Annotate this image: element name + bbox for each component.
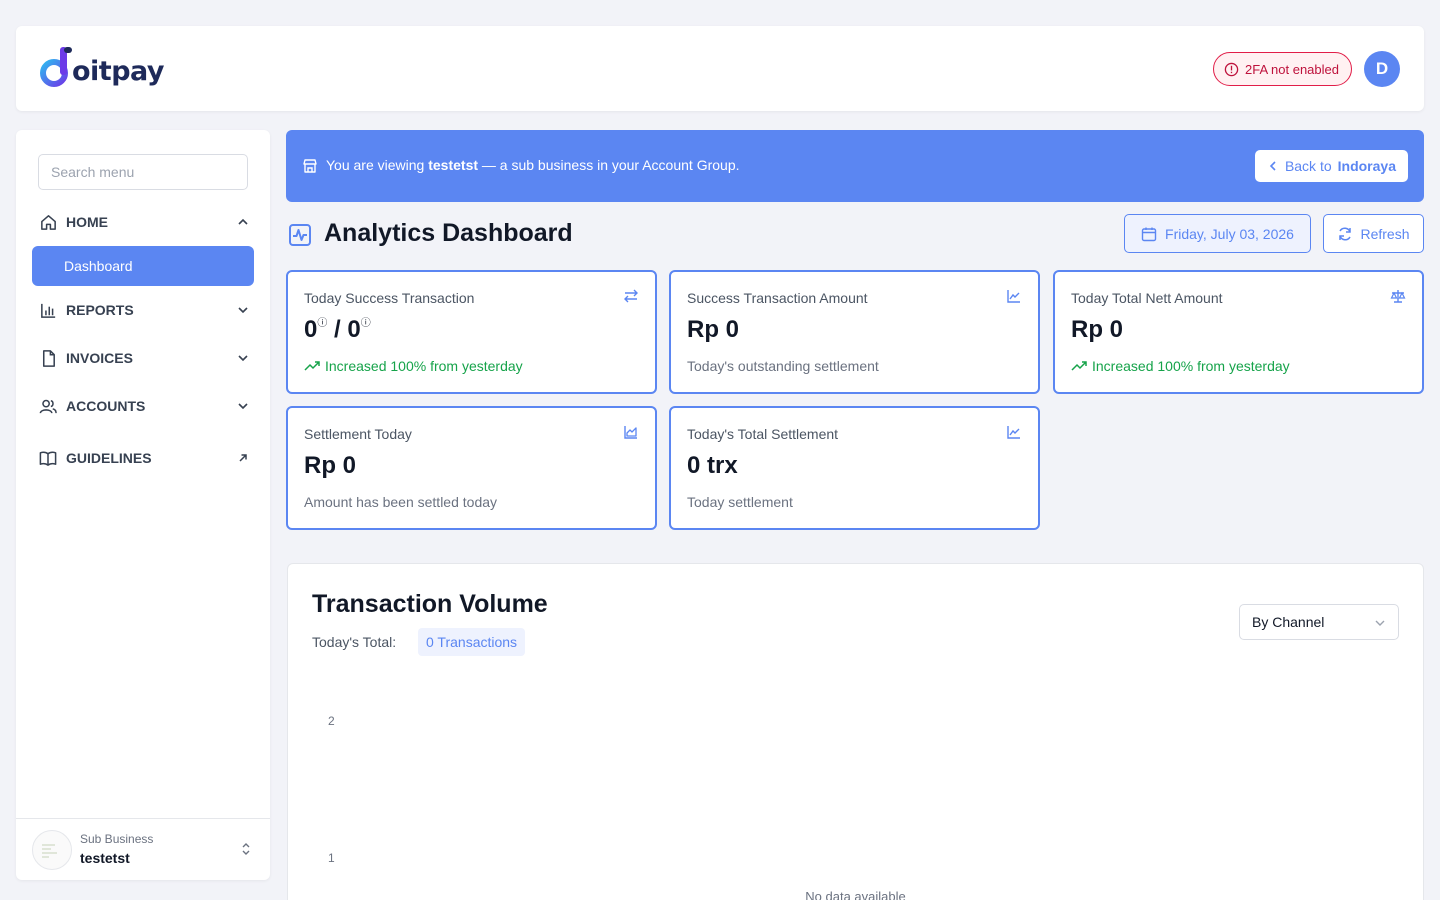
- file-icon: [38, 348, 58, 368]
- card-value: 0ⓘ / 0ⓘ: [304, 316, 371, 343]
- stat-card-nett-amount: Today Total Nett Amount Rp 0 Increased 1…: [1053, 270, 1424, 394]
- chevron-left-icon: [1269, 161, 1276, 171]
- card-trend: Increased 100% from yesterday: [1071, 358, 1290, 374]
- sidebar-item-guidelines[interactable]: GUIDELINES: [38, 446, 250, 470]
- volume-total-label: Today's Total:: [312, 634, 397, 650]
- sidebar-item-accounts[interactable]: ACCOUNTS: [38, 394, 250, 418]
- sub-business-label: Sub Business: [80, 832, 154, 846]
- sidebar-item-home[interactable]: HOME: [38, 210, 250, 234]
- card-label: Today's Total Settlement: [687, 426, 839, 442]
- stat-card-success-transaction: Today Success Transaction 0ⓘ / 0ⓘ Increa…: [286, 270, 657, 394]
- chevron-down-icon: [236, 399, 250, 413]
- calendar-icon: [1141, 227, 1157, 241]
- sidebar-item-label: GUIDELINES: [66, 450, 152, 466]
- stat-card-settlement-today: Settlement Today Rp 0 Amount has been se…: [286, 406, 657, 530]
- transaction-volume-panel: Transaction Volume Today's Total: 0 Tran…: [287, 563, 1424, 900]
- card-subtext: Today's outstanding settlement: [687, 358, 879, 374]
- card-label: Success Transaction Amount: [687, 290, 868, 306]
- banner-business-name: testetst: [428, 157, 479, 173]
- transfer-arrows-icon: [623, 288, 639, 309]
- sidebar-item-invoices[interactable]: INVOICES: [38, 346, 250, 370]
- chart-empty-state: No data available: [805, 889, 906, 900]
- scale-icon: [1390, 288, 1406, 309]
- refresh-icon: [1339, 226, 1352, 241]
- home-icon: [38, 212, 58, 232]
- sub-business-switcher[interactable]: Sub Business testetst: [16, 818, 270, 880]
- card-label: Today Total Nett Amount: [1071, 290, 1223, 306]
- trending-up-icon: [1071, 361, 1087, 371]
- back-to-parent-button[interactable]: Back to Indoraya: [1254, 150, 1408, 182]
- external-link-icon: [236, 451, 250, 465]
- sub-business-banner: You are viewing testetst — a sub busines…: [286, 130, 1424, 202]
- card-value: Rp 0: [304, 452, 357, 479]
- user-avatar[interactable]: D: [1364, 51, 1400, 87]
- chevron-up-icon: [236, 215, 250, 229]
- logo-text: oitpay: [72, 55, 165, 87]
- y-tick-label: 2: [328, 714, 335, 728]
- dashboard-header: Analytics Dashboard Friday, July 03, 202…: [286, 214, 1424, 254]
- store-icon: [302, 158, 318, 179]
- volume-total-badge: 0 Transactions: [418, 628, 526, 656]
- line-chart-icon: [1006, 288, 1022, 309]
- sidebar: Search menu HOME Dashboard REPORTS INVOI…: [16, 130, 270, 880]
- card-trend: Increased 100% from yesterday: [304, 358, 523, 374]
- sidebar-item-label: INVOICES: [66, 350, 133, 366]
- top-bar: oitpay 2FA not enabled D: [16, 26, 1424, 111]
- channel-select[interactable]: By Channel: [1239, 604, 1399, 640]
- chevron-down-icon: [236, 351, 250, 365]
- line-chart-icon: [1006, 424, 1022, 445]
- y-tick-label: 1: [328, 851, 335, 865]
- activity-icon: [288, 223, 312, 252]
- chevron-down-icon: [1374, 616, 1386, 632]
- book-icon: [38, 448, 58, 468]
- chevron-down-icon: [236, 303, 250, 317]
- card-value: Rp 0: [1071, 316, 1124, 343]
- back-target-name: Indoraya: [1337, 158, 1396, 174]
- info-icon: ⓘ: [360, 318, 371, 329]
- card-value: 0 trx: [687, 452, 738, 479]
- banner-text: You are viewing testetst — a sub busines…: [326, 157, 740, 173]
- stat-card-success-amount: Success Transaction Amount Rp 0 Today's …: [669, 270, 1040, 394]
- card-label: Today Success Transaction: [304, 290, 475, 306]
- users-icon: [38, 396, 58, 416]
- card-subtext: Today settlement: [687, 494, 793, 510]
- refresh-button[interactable]: Refresh: [1323, 214, 1424, 253]
- brand-logo[interactable]: oitpay: [40, 44, 165, 92]
- twofa-label: 2FA not enabled: [1245, 61, 1339, 77]
- stat-card-total-settlement: Today's Total Settlement 0 trx Today set…: [669, 406, 1040, 530]
- sidebar-item-reports[interactable]: REPORTS: [38, 298, 250, 322]
- area-chart-icon: [623, 424, 639, 445]
- sidebar-item-label: ACCOUNTS: [66, 398, 146, 414]
- volume-title: Transaction Volume: [312, 590, 548, 618]
- card-subtext: Amount has been settled today: [304, 494, 498, 510]
- bar-chart-icon: [38, 300, 58, 320]
- sub-business-name: testetst: [80, 850, 130, 866]
- page-title: Analytics Dashboard: [324, 219, 573, 247]
- card-label: Settlement Today: [304, 426, 412, 442]
- search-menu-input[interactable]: Search menu: [38, 154, 248, 190]
- alert-circle-icon: [1224, 62, 1239, 76]
- chevron-updown-icon: [240, 841, 252, 862]
- trending-up-icon: [304, 361, 320, 371]
- date-picker-button[interactable]: Friday, July 03, 2026: [1124, 214, 1311, 253]
- sidebar-item-label: REPORTS: [66, 302, 134, 318]
- logo-mark-icon: [40, 47, 72, 87]
- twofa-warning-badge[interactable]: 2FA not enabled: [1213, 52, 1352, 86]
- sub-business-avatar: [32, 830, 72, 870]
- card-value: Rp 0: [687, 316, 740, 343]
- info-icon: ⓘ: [317, 318, 328, 329]
- sidebar-item-dashboard[interactable]: Dashboard: [32, 246, 254, 286]
- sidebar-item-label: HOME: [66, 214, 108, 230]
